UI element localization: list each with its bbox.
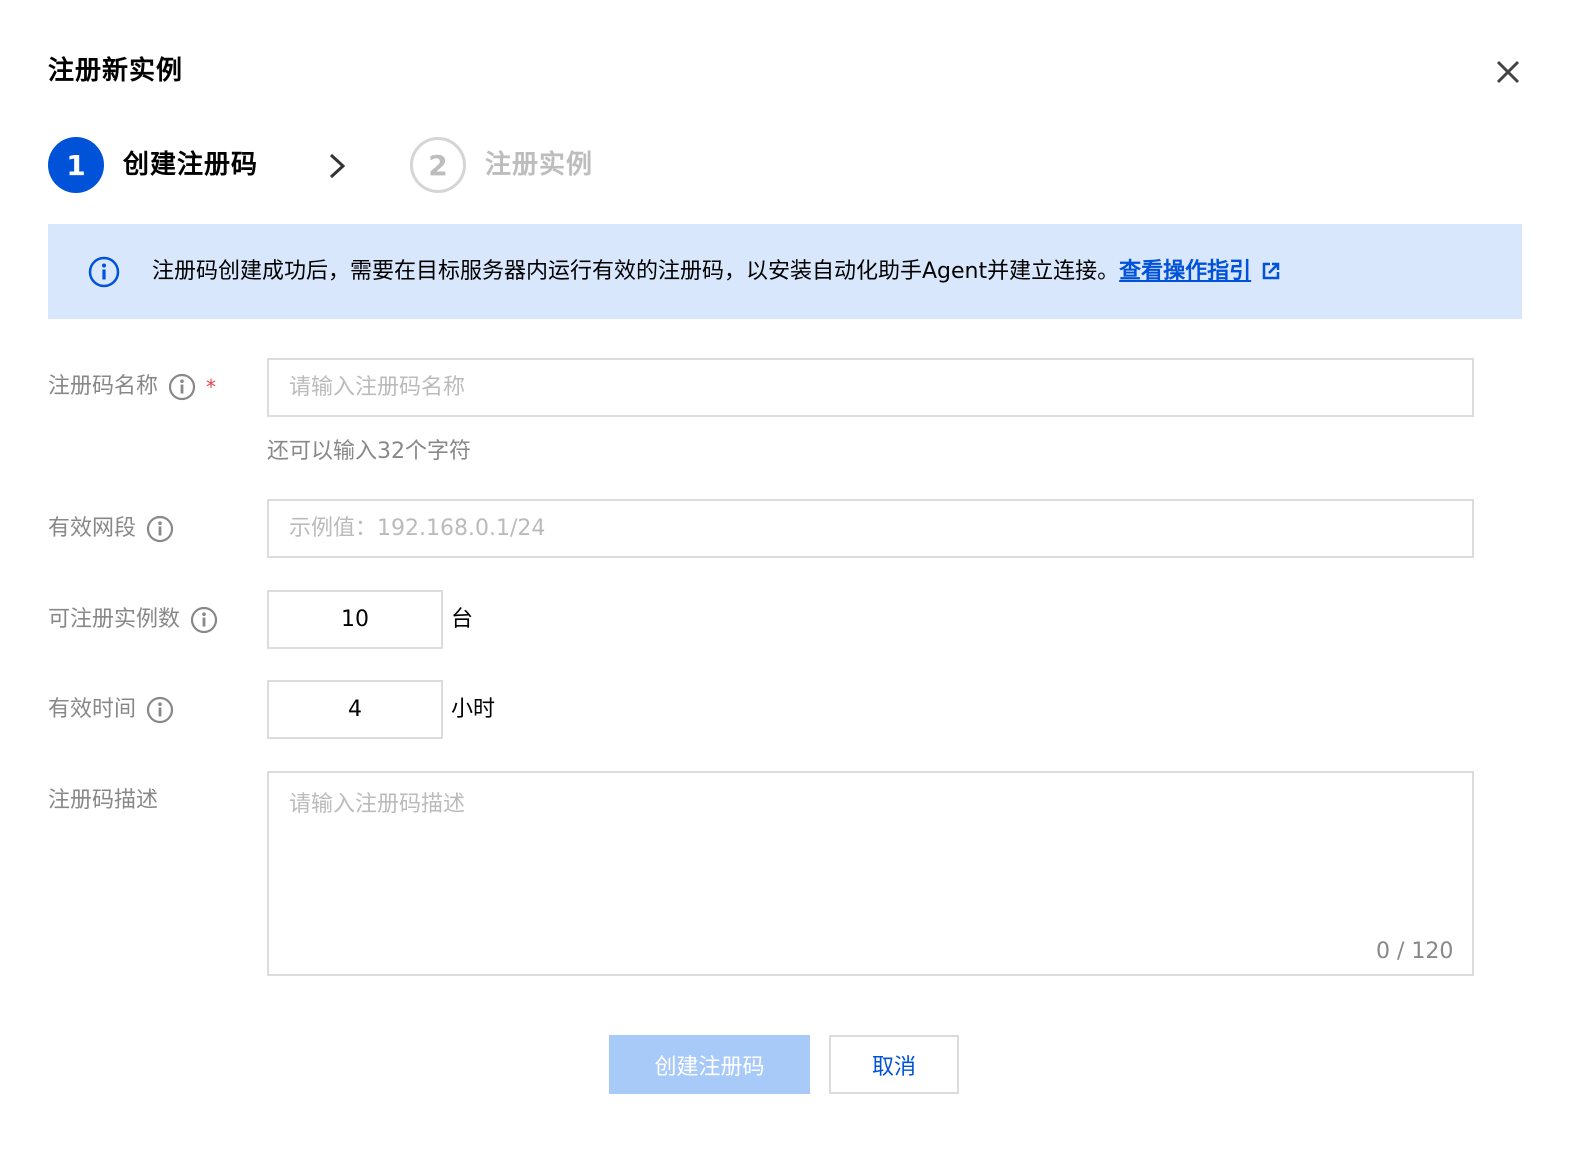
guide-link[interactable]: 查看操作指引 [1119, 259, 1251, 284]
external-link-icon[interactable] [1261, 261, 1281, 281]
name-char-limit-hint: 还可以输入32个字符 [267, 439, 471, 464]
duration-field-label: 有效时间 [48, 694, 174, 726]
name-label-text: 注册码名称 [48, 374, 159, 399]
duration-unit: 小时 [451, 697, 496, 722]
alert-message: 注册码创建成功后，需要在目标服务器内运行有效的注册码，以安装自动化助手Agent… [152, 256, 1281, 288]
create-code-button[interactable]: 创建注册码 [609, 1035, 810, 1094]
cidr-input[interactable] [267, 499, 1474, 558]
name-field-label: 注册码名称 * [48, 371, 216, 403]
info-circle-icon [88, 256, 120, 288]
registration-code-name-input[interactable] [267, 358, 1474, 417]
step-1-number: 1 [48, 137, 104, 193]
required-mark: * [206, 375, 217, 399]
step-2-number: 2 [410, 137, 466, 193]
count-field-label: 可注册实例数 [48, 604, 218, 636]
info-circle-icon[interactable] [146, 696, 174, 724]
cancel-button[interactable]: 取消 [829, 1035, 959, 1094]
step-2-label: 注册实例 [485, 150, 594, 180]
description-textarea[interactable] [267, 771, 1474, 976]
info-circle-icon[interactable] [168, 373, 196, 401]
instance-count-input[interactable] [267, 590, 443, 649]
info-alert: 注册码创建成功后，需要在目标服务器内运行有效的注册码，以安装自动化助手Agent… [48, 224, 1522, 319]
dialog-title: 注册新实例 [48, 56, 184, 86]
count-label-text: 可注册实例数 [48, 607, 181, 632]
close-icon[interactable] [1490, 54, 1526, 90]
count-unit: 台 [451, 607, 474, 632]
description-label-text: 注册码描述 [48, 788, 159, 813]
cidr-label-text: 有效网段 [48, 516, 137, 541]
validity-hours-input[interactable] [267, 680, 443, 739]
cidr-field-label: 有效网段 [48, 513, 174, 545]
chevron-right-icon [329, 153, 346, 179]
description-field-label: 注册码描述 [48, 785, 158, 817]
info-circle-icon[interactable] [146, 515, 174, 543]
info-circle-icon[interactable] [190, 606, 218, 634]
steps-bar: 1 创建注册码 2 注册实例 [48, 137, 748, 193]
step-1-label: 创建注册码 [123, 150, 259, 180]
duration-label-text: 有效时间 [48, 697, 137, 722]
alert-text: 注册码创建成功后，需要在目标服务器内运行有效的注册码，以安装自动化助手Agent… [152, 259, 1120, 284]
description-char-counter: 0 / 120 [1376, 939, 1454, 964]
